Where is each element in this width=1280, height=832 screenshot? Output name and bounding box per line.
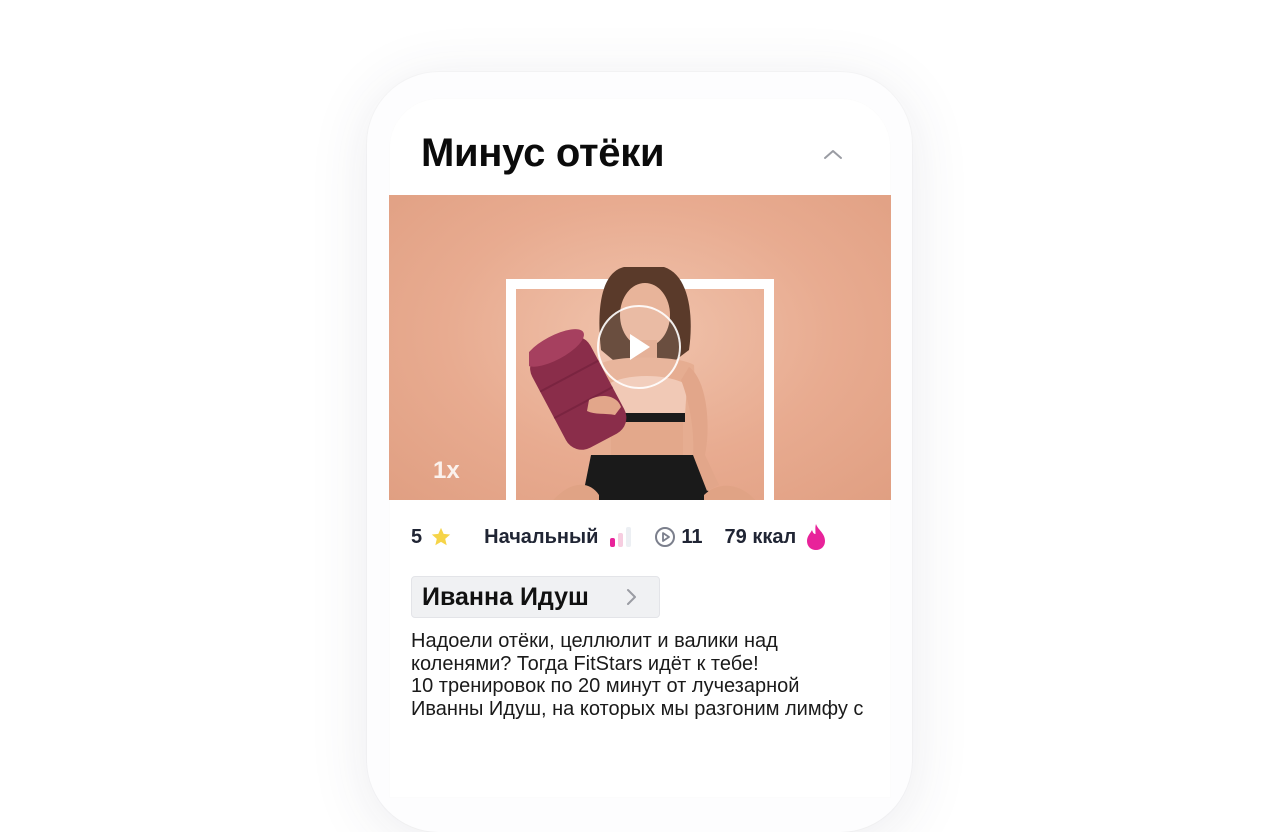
author-button[interactable]: Иванна Идуш (411, 576, 660, 618)
level-bars-icon (610, 527, 632, 547)
workout-screen: Минус отёки 1x 5 Начальный 11 79 ккал Ив… (389, 98, 891, 798)
workout-description: Надоели отёки, целлюлит и валики над кол… (411, 630, 871, 720)
sessions-count: 11 (681, 525, 703, 548)
calories-stat: 79 ккал (725, 523, 828, 551)
workout-stats: 5 Начальный 11 79 ккал (411, 522, 881, 552)
play-button[interactable] (597, 305, 681, 389)
chevron-up-icon (824, 150, 842, 159)
description-line: Иванны Идуш, на которых мы разгоним лимф… (411, 697, 864, 720)
playback-speed[interactable]: 1x (433, 457, 460, 485)
description-line: коленями? Тогда FitStars идёт к тебе! (411, 652, 759, 675)
rating-value: 5 (411, 525, 423, 548)
video-player[interactable]: 1x (389, 195, 891, 500)
sessions-stat: 11 (654, 525, 703, 549)
star-icon (431, 527, 451, 546)
level-label: Начальный (484, 525, 599, 548)
calories-value: 79 ккал (724, 525, 797, 548)
flame-icon (807, 524, 826, 550)
rating-stat: 5 (411, 526, 452, 549)
play-circle-icon (655, 527, 676, 547)
author-name: Иванна Идуш (422, 582, 589, 611)
workout-title: Минус отёки (421, 131, 665, 175)
level-stat: Начальный (484, 526, 632, 549)
chevron-right-icon (627, 589, 636, 605)
collapse-button[interactable] (819, 144, 847, 164)
description-line: Надоели отёки, целлюлит и валики над (411, 630, 778, 652)
description-line: 10 тренировок по 20 минут от лучезарной (411, 675, 800, 697)
play-icon (630, 334, 650, 360)
